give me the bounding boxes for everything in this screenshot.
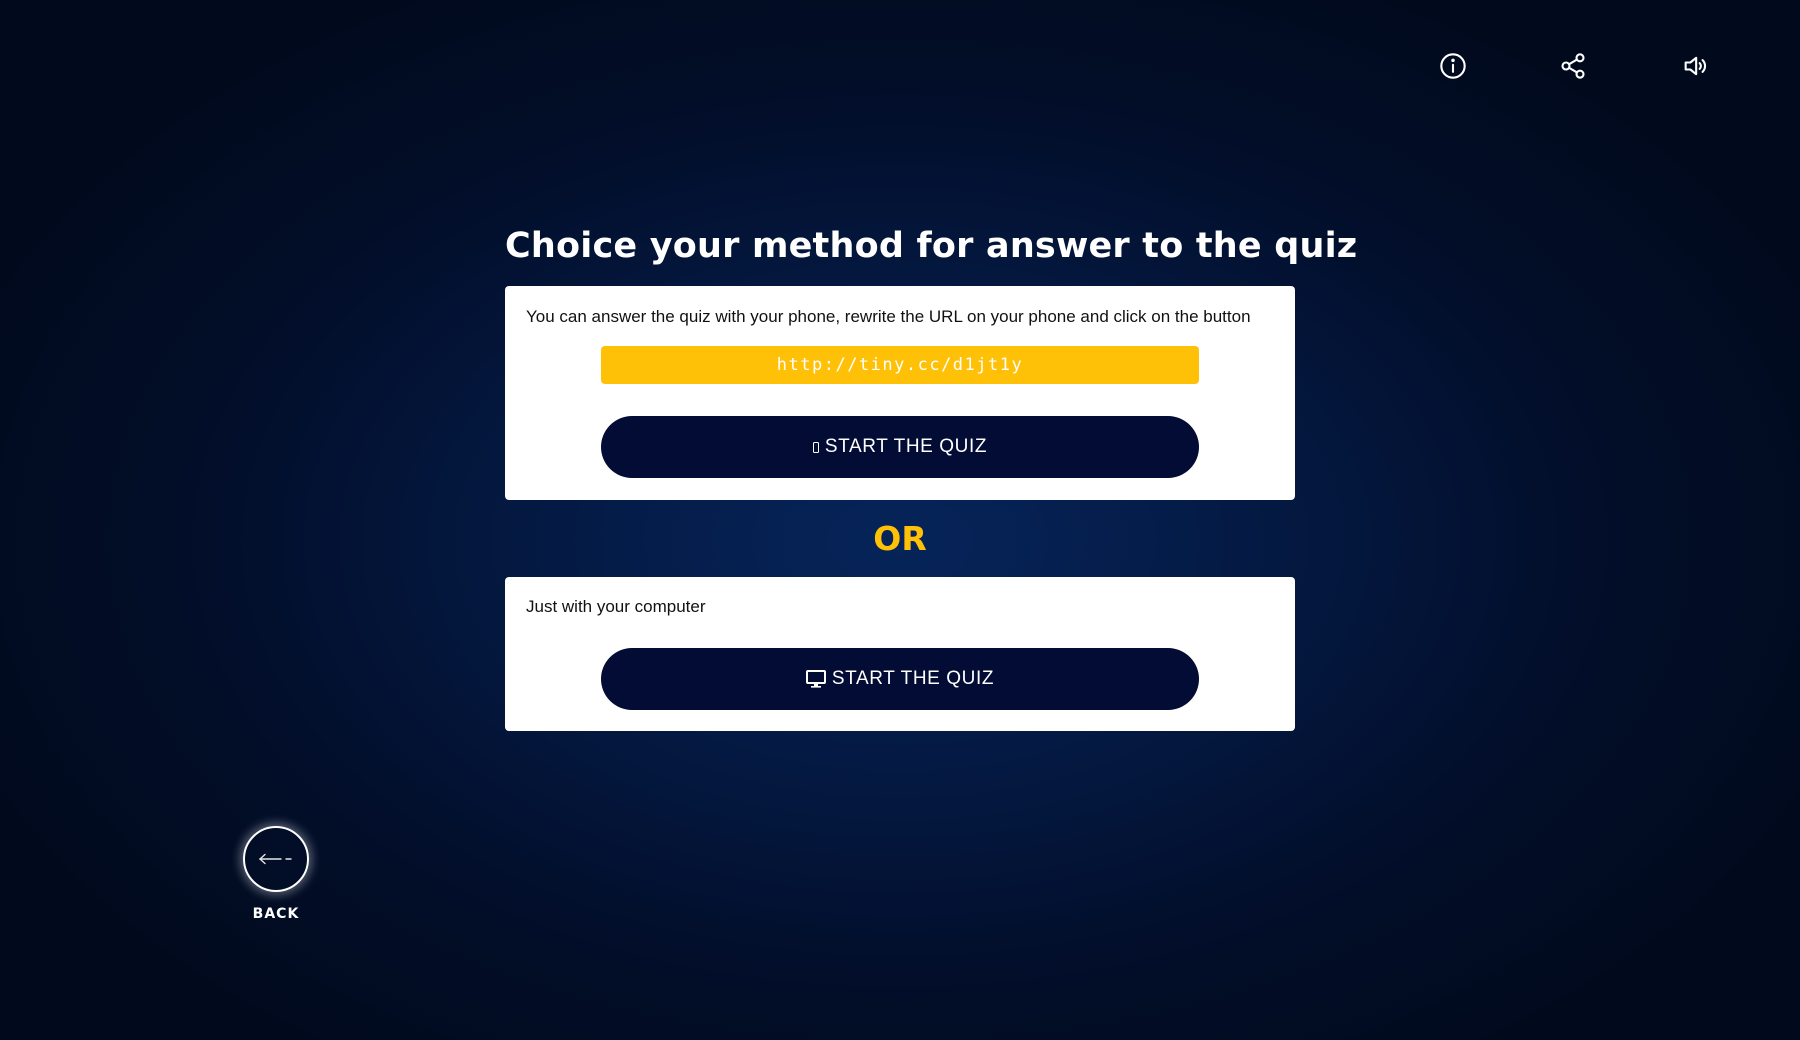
computer-method-card: Just with your computer START THE QUIZ bbox=[505, 577, 1295, 731]
computer-method-description: Just with your computer bbox=[526, 597, 706, 616]
start-quiz-phone-label: START THE QUIZ bbox=[824, 436, 988, 457]
top-toolbar bbox=[0, 0, 1800, 130]
info-icon[interactable] bbox=[1431, 44, 1475, 88]
desktop-computer-icon bbox=[805, 670, 826, 688]
sound-icon[interactable] bbox=[1673, 44, 1717, 88]
phone-method-description: You can answer the quiz with your phone,… bbox=[526, 307, 1251, 326]
start-quiz-phone-button[interactable]: START THE QUIZ bbox=[601, 416, 1199, 478]
arrow-left-icon bbox=[259, 853, 292, 865]
mobile-phone-icon bbox=[812, 441, 819, 453]
phone-method-card: You can answer the quiz with your phone,… bbox=[505, 286, 1295, 500]
share-icon[interactable] bbox=[1551, 44, 1595, 88]
page-title: Choice your method for answer to the qui… bbox=[505, 226, 1358, 266]
start-quiz-computer-button[interactable]: START THE QUIZ bbox=[601, 648, 1199, 710]
start-quiz-computer-label: START THE QUIZ bbox=[831, 668, 995, 689]
method-chooser: Choice your method for answer to the qui… bbox=[505, 220, 1358, 731]
back-button[interactable] bbox=[243, 826, 309, 892]
back-control: BACK bbox=[243, 826, 309, 922]
back-label: BACK bbox=[252, 906, 300, 922]
or-separator: OR bbox=[873, 519, 927, 558]
quiz-url[interactable]: http://tiny.cc/d1jt1y bbox=[601, 346, 1199, 384]
